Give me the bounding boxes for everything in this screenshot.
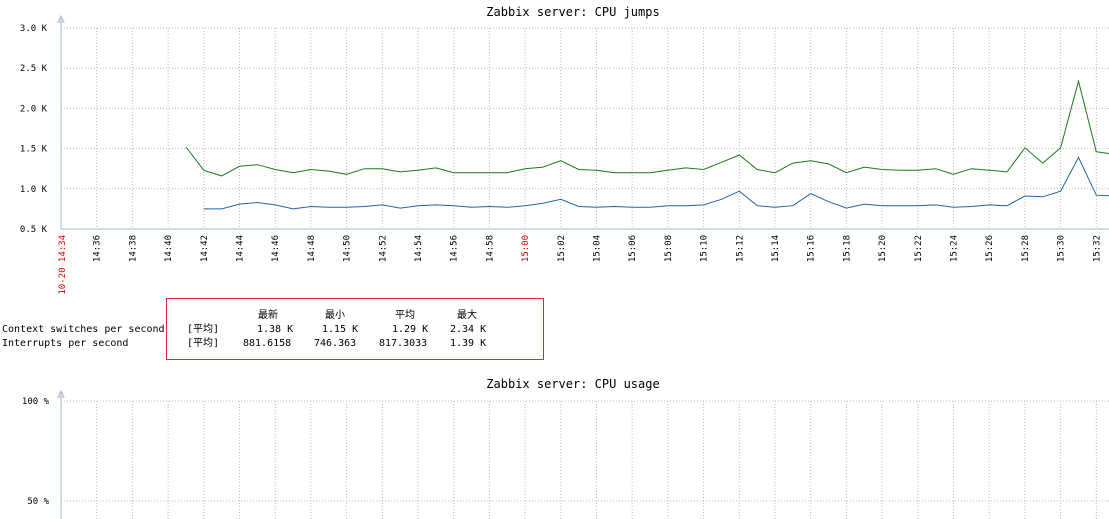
x-tick-label: 14:38 bbox=[128, 235, 138, 262]
x-tick-label: 15:10 bbox=[700, 235, 710, 262]
y-tick-label: 100 % bbox=[22, 397, 50, 407]
x-tick-label: 15:16 bbox=[807, 235, 817, 262]
cpu-jumps-grid bbox=[61, 27, 1109, 230]
x-tick-label: 14:54 bbox=[414, 235, 424, 262]
cpu-jumps-y-ticks: 3.0 K 2.5 K 2.0 K 1.5 K 1.0 K 0.5 K bbox=[20, 24, 48, 235]
x-tick-label: 15:30 bbox=[1057, 235, 1067, 262]
x-tick-label: 14:46 bbox=[271, 235, 281, 262]
x-tick-label: 14:42 bbox=[200, 235, 210, 262]
legend-row-name: Context switches per second bbox=[2, 324, 165, 335]
cpu-jumps-series bbox=[185, 79, 1109, 210]
x-tick-label: 15:32 bbox=[1092, 235, 1102, 262]
x-tick-label: 15:14 bbox=[771, 235, 781, 262]
series-line-context-switches bbox=[185, 79, 1109, 177]
cpu-usage-axes bbox=[57, 389, 65, 519]
legend-row-min: 746.363 bbox=[314, 338, 357, 349]
legend-header-min: 最小 bbox=[325, 310, 345, 321]
x-tick-label: 15:02 bbox=[557, 235, 567, 262]
legend-row-last: 1.38 K bbox=[257, 324, 294, 335]
x-tick-label: 15:06 bbox=[628, 235, 638, 262]
charts-canvas: Zabbix server: CPU jumps 3.0 K 2.5 K 2.0 K… bbox=[20, 5, 1109, 519]
x-tick-start-label: 10-20 14:34 bbox=[58, 235, 68, 295]
legend-row-max: 2.34 K bbox=[450, 324, 487, 335]
x-tick-label: 15:18 bbox=[842, 235, 852, 262]
cpu-usage-title: Zabbix server: CPU usage bbox=[486, 377, 659, 391]
legend-row-avg: 1.29 K bbox=[392, 324, 429, 335]
x-tick-label: 15:04 bbox=[593, 235, 603, 262]
x-tick-label: 14:52 bbox=[378, 235, 388, 262]
x-tick-label: 15:12 bbox=[735, 235, 745, 262]
legend-header-avg: 平均 bbox=[395, 310, 415, 321]
cpu-jumps-title: Zabbix server: CPU jumps bbox=[486, 5, 659, 19]
x-tick-label: 15:00 bbox=[521, 235, 531, 262]
x-tick-label: 14:44 bbox=[236, 235, 246, 262]
legend-header-last: 最新 bbox=[258, 310, 278, 321]
x-tick-label: 14:48 bbox=[307, 235, 317, 262]
legend-row-last: 881.6158 bbox=[243, 338, 292, 349]
x-tick-label: 15:08 bbox=[664, 235, 674, 262]
y-tick-label: 1.0 K bbox=[20, 185, 48, 195]
series-line-interrupts bbox=[203, 156, 1109, 210]
legend-row-max: 1.39 K bbox=[450, 338, 487, 349]
y-tick-label: 0.5 K bbox=[20, 225, 48, 235]
cpu-usage-chart: Zabbix server: CPU usage 100 % 50 % bbox=[22, 377, 1109, 519]
legend-row-min: 1.15 K bbox=[322, 324, 359, 335]
x-tick-label: 15:22 bbox=[914, 235, 924, 262]
x-tick-label: 15:26 bbox=[985, 235, 995, 262]
x-tick-label: 15:28 bbox=[1021, 235, 1031, 262]
x-tick-label: 14:56 bbox=[450, 235, 460, 262]
x-tick-label: 14:50 bbox=[343, 235, 353, 262]
y-tick-label: 2.5 K bbox=[20, 64, 48, 74]
legend-row-avg: 817.3033 bbox=[379, 338, 428, 349]
cpu-jumps-axes bbox=[57, 14, 1109, 230]
legend-header-max: 最大 bbox=[457, 310, 477, 321]
y-tick-label: 2.0 K bbox=[20, 104, 48, 114]
x-tick-label: 15:20 bbox=[878, 235, 888, 262]
x-tick-label: 14:36 bbox=[93, 235, 103, 262]
cpu-usage-grid bbox=[61, 400, 1109, 519]
legend-row-name: Interrupts per second bbox=[2, 338, 129, 349]
x-tick-label: 14:40 bbox=[164, 235, 174, 262]
legend-row-func: [平均] bbox=[187, 324, 220, 335]
cpu-jumps-chart: Zabbix server: CPU jumps 3.0 K 2.5 K 2.0 K… bbox=[20, 5, 1109, 295]
legend-row-func: [平均] bbox=[187, 338, 220, 349]
x-tick-label: 15:24 bbox=[950, 235, 960, 262]
y-tick-label: 1.5 K bbox=[20, 145, 48, 155]
cpu-jumps-x-ticks: 10-20 14:34 14:36 14:38 14:40 14:42 14:44 14:4… bbox=[58, 235, 1102, 295]
y-tick-label: 3.0 K bbox=[20, 24, 48, 34]
y-tick-label: 50 % bbox=[27, 497, 49, 507]
x-tick-label: 14:58 bbox=[485, 235, 495, 262]
cpu-usage-y-ticks: 100 % 50 % bbox=[22, 397, 50, 507]
